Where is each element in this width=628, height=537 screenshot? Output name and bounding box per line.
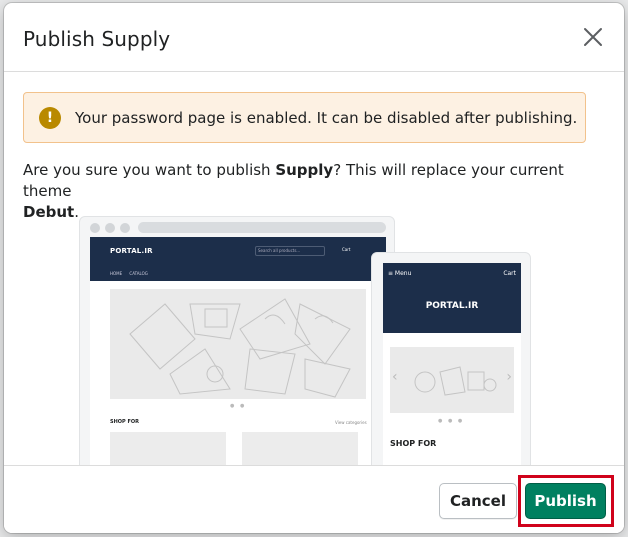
browser-dot xyxy=(120,223,130,233)
confirm-message: Are you sure you want to publish Supply?… xyxy=(23,160,583,223)
publish-highlight-box xyxy=(518,475,614,527)
browser-url-bar xyxy=(138,222,386,233)
mobile-preview: ≡ Menu Cart PORTAL.IR ‹ › ● ● ● SHOP FOR xyxy=(371,252,531,465)
confirm-prefix: Are you sure you want to publish xyxy=(23,161,276,179)
desktop-site: PORTAL.IR Search all products... Cart HO… xyxy=(90,237,386,465)
mobile-cart: Cart xyxy=(503,270,516,277)
modal-title: Publish Supply xyxy=(23,27,171,51)
slide-dots: ● ● xyxy=(230,403,247,409)
desktop-cart: Cart xyxy=(342,247,351,252)
browser-dot xyxy=(105,223,115,233)
modal-footer: Cancel Publish xyxy=(4,465,624,533)
mobile-menu: ≡ Menu xyxy=(388,270,412,277)
publish-modal: Publish Supply ! Your password page is e… xyxy=(4,3,624,533)
new-theme-name: Supply xyxy=(275,161,334,179)
cancel-button[interactable]: Cancel xyxy=(439,483,517,519)
modal-body: ! Your password page is enabled. It can … xyxy=(4,73,624,465)
mobile-shop-for: SHOP FOR xyxy=(390,439,437,448)
product-tile xyxy=(110,432,226,465)
current-theme-name: Debut xyxy=(23,203,75,221)
browser-dot xyxy=(90,223,100,233)
desktop-site-nav: PORTAL.IR Search all products... Cart HO… xyxy=(90,237,386,281)
mobile-site-nav: ≡ Menu Cart PORTAL.IR xyxy=(383,263,521,333)
password-warning-banner: ! Your password page is enabled. It can … xyxy=(23,92,586,143)
hero-illustration xyxy=(129,298,351,398)
banner-text: Your password page is enabled. It can be… xyxy=(75,109,578,127)
desktop-site-logo: PORTAL.IR xyxy=(110,247,153,255)
chevron-right-icon: › xyxy=(506,369,512,385)
desktop-view-categories: View categories xyxy=(335,420,367,425)
confirm-suffix: . xyxy=(74,203,79,221)
chevron-left-icon: ‹ xyxy=(392,369,398,385)
desktop-preview: PORTAL.IR Search all products... Cart HO… xyxy=(79,216,395,465)
mobile-hero-image xyxy=(390,347,514,413)
mobile-site-logo: PORTAL.IR xyxy=(425,301,479,311)
desktop-hero-image xyxy=(110,289,366,399)
browser-bar xyxy=(80,217,394,237)
mobile-slide-dots: ● ● ● xyxy=(438,418,465,424)
modal-header: Publish Supply xyxy=(4,3,624,72)
desktop-search-box: Search all products... xyxy=(255,246,325,256)
mobile-site: ≡ Menu Cart PORTAL.IR ‹ › ● ● ● SHOP FOR xyxy=(383,263,521,465)
warning-icon: ! xyxy=(39,107,61,129)
mobile-hero-illustration xyxy=(414,366,497,396)
close-icon xyxy=(584,28,602,46)
desktop-nav-links: HOME CATALOG xyxy=(110,271,148,276)
product-tile xyxy=(242,432,358,465)
desktop-shop-for: SHOP FOR xyxy=(110,419,139,425)
close-button[interactable] xyxy=(579,23,607,51)
